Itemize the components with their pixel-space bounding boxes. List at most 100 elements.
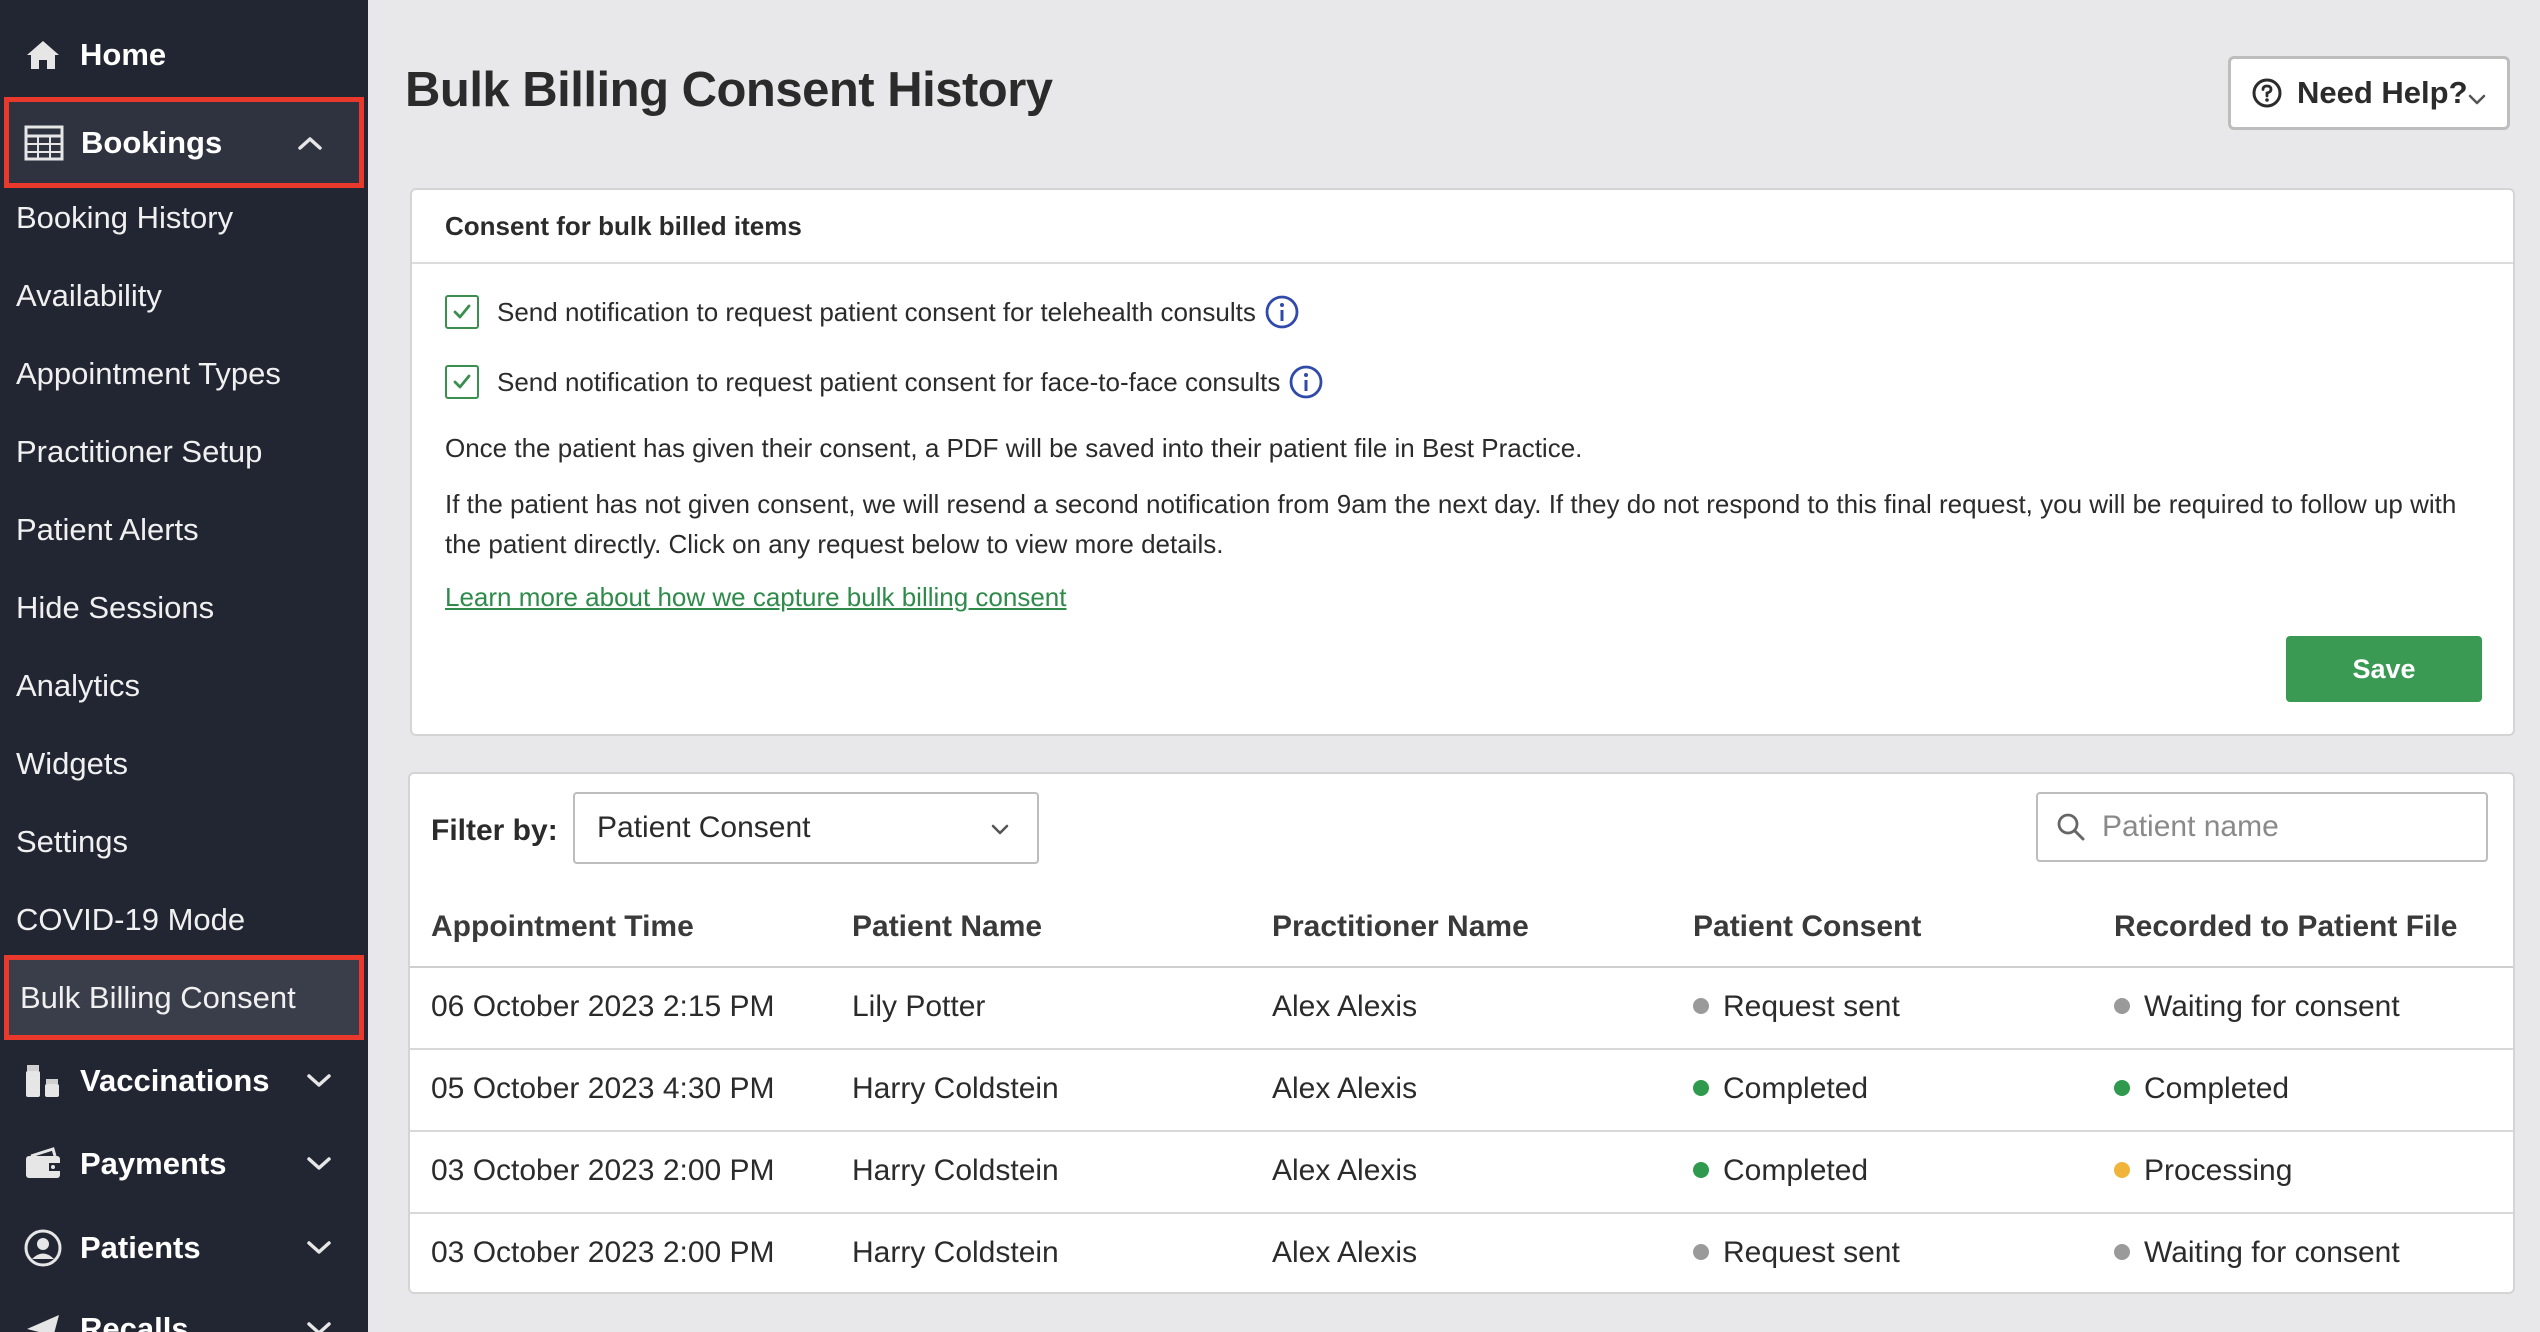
status-text: Request sent [1723,990,1900,1023]
status-text: Waiting for consent [2144,990,2400,1023]
cell-practitioner-name: Alex Alexis [1272,1072,1418,1105]
nav-recalls[interactable]: Recalls [0,1288,368,1332]
question-circle-icon [2251,77,2283,109]
sidebar-item-bulk-billing-consent[interactable]: Bulk Billing Consent [4,955,364,1040]
chevron-down-icon[interactable] [304,1314,334,1332]
status-dot [2114,998,2130,1015]
save-button[interactable]: Save [2286,636,2482,702]
sidebar-item-covid-19-mode[interactable]: COVID-19 Mode [0,887,368,953]
search-icon [2056,812,2086,842]
chevron-down-icon [987,816,1013,842]
sidebar-item-widgets[interactable]: Widgets [0,731,368,797]
telehealth-checkbox-label: Send notification to request patient con… [497,296,1256,327]
nav-home[interactable]: Home [0,14,368,96]
nav-bookings[interactable]: Bookings [4,97,364,188]
nav-vaccinations-label: Vaccinations [80,1063,270,1098]
cell-recorded: Waiting for consent [2114,990,2400,1024]
cell-patient-name: Lily Potter [852,990,986,1023]
sidebar-item-label: Hide Sessions [16,590,215,625]
status-dot [1693,1244,1709,1261]
chevron-down-icon[interactable] [304,1066,334,1096]
consent-settings-card: Consent for bulk billed items Send notif… [410,188,2515,736]
nav-payments[interactable]: Payments [0,1123,368,1205]
sidebar-item-availability[interactable]: Availability [0,263,368,329]
chevron-down-icon[interactable] [304,1233,334,1263]
sidebar-item-label: Widgets [16,746,128,781]
nav-patients[interactable]: Patients [0,1207,368,1289]
telehealth-checkbox[interactable] [445,295,479,329]
cell-patient-consent: Completed [1693,1154,1868,1188]
column-header-practitioner-name[interactable]: Practitioner Name [1272,910,1529,944]
sidebar-item-booking-history[interactable]: Booking History [0,185,368,251]
sidebar-item-analytics[interactable]: Analytics [0,653,368,719]
nav-home-label: Home [80,37,167,72]
table-row[interactable]: 03 October 2023 2:00 PM Harry Coldstein … [410,1214,2513,1296]
cell-practitioner-name: Alex Alexis [1272,1154,1418,1187]
column-header-patient-consent[interactable]: Patient Consent [1693,910,1921,944]
learn-more-link[interactable]: Learn more about how we capture bulk bil… [445,582,1067,613]
cell-appointment-time: 03 October 2023 2:00 PM [431,1236,775,1269]
sidebar-item-label: Availability [16,278,162,313]
column-header-appointment-time[interactable]: Appointment Time [431,910,694,944]
status-text: Processing [2144,1154,2293,1187]
nav-bookings-label: Bookings [81,124,223,160]
status-text: Completed [1723,1072,1869,1105]
status-text: Completed [2144,1072,2290,1105]
cell-patient-consent: Request sent [1693,1236,1900,1270]
cell-appointment-time: 06 October 2023 2:15 PM [431,990,775,1023]
sidebar-item-label: Patient Alerts [16,512,199,547]
status-dot [2114,1162,2130,1179]
cell-appointment-time: 03 October 2023 2:00 PM [431,1154,775,1187]
need-help-label: Need Help? [2297,75,2468,110]
chevron-up-icon[interactable] [295,128,325,158]
user-circle-icon [22,1227,64,1269]
filter-select[interactable]: Patient Consent [573,792,1039,864]
patient-search-input[interactable]: Patient name [2036,792,2488,862]
column-header-recorded[interactable]: Recorded to Patient File [2114,910,2457,944]
status-text: Request sent [1723,1236,1900,1269]
cell-practitioner-name: Alex Alexis [1272,1236,1418,1269]
chevron-down-icon[interactable] [304,1149,334,1179]
info-icon[interactable] [1264,294,1300,330]
info-icon[interactable] [1288,364,1324,400]
status-dot [1693,998,1709,1015]
f2f-checkbox[interactable] [445,365,479,399]
sidebar-item-appointment-types[interactable]: Appointment Types [0,341,368,407]
table-row[interactable]: 05 October 2023 4:30 PM Harry Coldstein … [410,1050,2513,1132]
nav-vaccinations[interactable]: Vaccinations [0,1040,368,1122]
nav-patients-label: Patients [80,1230,201,1265]
need-help-button[interactable]: Need Help? [2228,56,2510,130]
sidebar-item-patient-alerts[interactable]: Patient Alerts [0,497,368,563]
table-header: Appointment Time Patient Name Practition… [410,882,2513,968]
sidebar-item-practitioner-setup[interactable]: Practitioner Setup [0,419,368,485]
search-placeholder: Patient name [2102,810,2279,843]
cell-patient-name: Harry Coldstein [852,1154,1059,1187]
send-icon [22,1308,64,1332]
sidebar-item-label: Settings [16,824,129,859]
status-dot [1693,1080,1709,1097]
sidebar-item-label: Appointment Types [16,356,281,391]
nav-recalls-label: Recalls [80,1311,189,1332]
sidebar: Home Bookings Booking History Availabili… [0,0,368,1332]
table-row[interactable]: 03 October 2023 2:00 PM Harry Coldstein … [410,1132,2513,1214]
sidebar-item-label: COVID-19 Mode [16,902,246,937]
status-dot [2114,1244,2130,1261]
f2f-consent-option: Send notification to request patient con… [445,364,1324,400]
sidebar-item-label: Bulk Billing Consent [20,979,296,1015]
consent-resend-note: If the patient has not given consent, we… [445,489,2457,559]
f2f-checkbox-label: Send notification to request patient con… [497,366,1281,397]
sidebar-item-settings[interactable]: Settings [0,809,368,875]
cell-patient-name: Harry Coldstein [852,1072,1059,1105]
status-text: Waiting for consent [2144,1236,2400,1269]
vaccine-icon [22,1060,64,1102]
sidebar-item-hide-sessions[interactable]: Hide Sessions [0,575,368,641]
telehealth-consent-option: Send notification to request patient con… [445,294,1300,330]
filter-label: Filter by: [431,814,558,847]
consent-history-card: Filter by: Patient Consent Patient name … [408,772,2515,1294]
cell-patient-consent: Request sent [1693,990,1900,1024]
column-header-patient-name[interactable]: Patient Name [852,910,1042,944]
cell-practitioner-name: Alex Alexis [1272,990,1418,1023]
sidebar-item-label: Analytics [16,668,141,703]
cell-recorded: Completed [2114,1072,2289,1106]
table-row[interactable]: 06 October 2023 2:15 PM Lily Potter Alex… [410,968,2513,1050]
